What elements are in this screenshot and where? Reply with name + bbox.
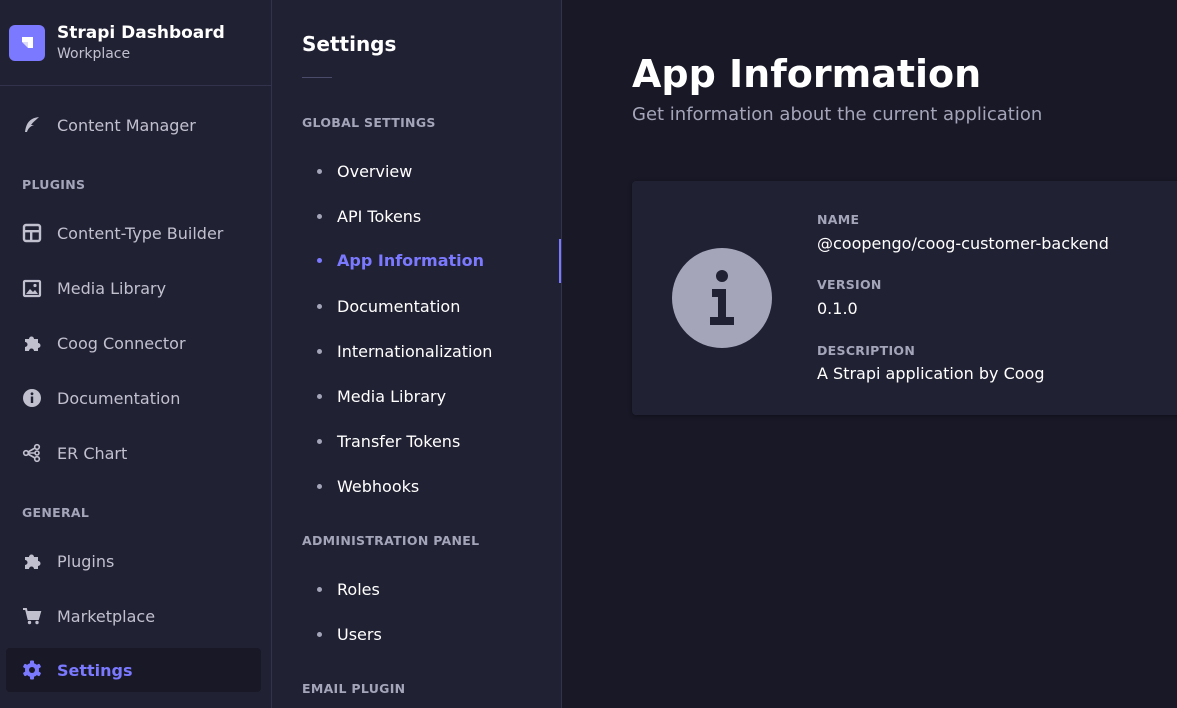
sub-item-label: Internationalization — [337, 341, 493, 361]
share-nodes-icon — [21, 442, 43, 464]
main-content: App Information Get information about th… — [562, 0, 1177, 708]
bullet-icon — [317, 631, 322, 637]
sub-item-label: Users — [337, 624, 382, 644]
description-label: DESCRIPTION — [817, 343, 916, 358]
section-global-settings: GLOBAL SETTINGS — [302, 115, 436, 130]
page-subtitle: Get information about the current applic… — [632, 104, 1043, 125]
sub-item-label: API Tokens — [337, 206, 422, 226]
gear-icon — [21, 659, 43, 681]
bullet-icon — [317, 483, 322, 489]
sub-item-label: Transfer Tokens — [337, 431, 461, 451]
bullet-icon — [317, 348, 322, 354]
image-icon — [21, 277, 43, 299]
app-info-card: NAME @coopengo/coog-customer-backend VER… — [632, 181, 1177, 415]
puzzle-icon — [21, 332, 43, 354]
nav-item-label: Media Library — [57, 278, 167, 298]
sub-item-internationalization[interactable]: Internationalization — [272, 331, 531, 371]
nav-item-label: Content Manager — [57, 115, 196, 135]
bullet-icon — [317, 257, 322, 263]
section-administration-panel: ADMINISTRATION PANEL — [302, 533, 480, 548]
nav-item-label: ER Chart — [57, 443, 128, 463]
nav-item-documentation[interactable]: Documentation — [6, 376, 261, 420]
brand: Strapi Dashboard Workplace — [0, 0, 271, 86]
sub-item-label: Media Library — [337, 386, 447, 406]
settings-title: Settings — [302, 32, 397, 56]
nav-item-coog-connector[interactable]: Coog Connector — [6, 321, 261, 365]
nav-item-label: Coog Connector — [57, 333, 186, 353]
sub-item-transfer-tokens[interactable]: Transfer Tokens — [272, 421, 531, 461]
nav-item-media-library[interactable]: Media Library — [6, 266, 261, 310]
nav-section-plugins: PLUGINS — [22, 177, 86, 192]
bullet-icon — [317, 213, 322, 219]
info-icon — [672, 248, 772, 348]
nav-item-content-manager[interactable]: Content Manager — [6, 103, 261, 147]
sub-item-label: Documentation — [337, 296, 461, 316]
bullet-icon — [317, 438, 322, 444]
sub-item-overview[interactable]: Overview — [272, 151, 531, 191]
info-icon — [21, 387, 43, 409]
sub-item-app-information[interactable]: App Information — [272, 239, 561, 283]
nav-item-label: Documentation — [57, 388, 181, 408]
strapi-logo-icon — [9, 24, 45, 61]
divider — [302, 77, 332, 78]
sub-item-api-tokens[interactable]: API Tokens — [272, 196, 531, 236]
version-label: VERSION — [817, 277, 882, 292]
sub-item-label: App Information — [337, 250, 485, 270]
nav-section-general: GENERAL — [22, 505, 90, 520]
section-email-plugin: EMAIL PLUGIN — [302, 681, 406, 696]
brand-subtitle: Workplace — [57, 45, 131, 62]
feather-icon — [21, 114, 43, 136]
nav-item-settings[interactable]: Settings — [6, 648, 261, 692]
nav-item-marketplace[interactable]: Marketplace — [6, 594, 261, 638]
name-label: NAME — [817, 212, 860, 227]
sub-item-label: Webhooks — [337, 476, 420, 496]
brand-title: Strapi Dashboard — [57, 22, 225, 43]
nav-item-label: Plugins — [57, 551, 115, 571]
sub-item-label: Roles — [337, 579, 380, 599]
bullet-icon — [317, 168, 322, 174]
sub-item-documentation[interactable]: Documentation — [272, 286, 531, 326]
nav-item-label: Marketplace — [57, 606, 156, 626]
nav-item-label: Content-Type Builder — [57, 223, 224, 243]
bullet-icon — [317, 393, 322, 399]
layout-icon — [21, 222, 43, 244]
shopping-cart-icon — [21, 605, 43, 627]
nav-item-er-chart[interactable]: ER Chart — [6, 431, 261, 475]
nav-item-label: Settings — [57, 660, 133, 680]
sub-item-label: Overview — [337, 161, 413, 181]
description-value: A Strapi application by Coog — [817, 364, 1045, 383]
sub-item-webhooks[interactable]: Webhooks — [272, 466, 531, 506]
main-nav: Strapi Dashboard Workplace Content Manag… — [0, 0, 272, 708]
nav-item-plugins[interactable]: Plugins — [6, 539, 261, 583]
puzzle-icon — [21, 550, 43, 572]
bullet-icon — [317, 303, 322, 309]
nav-item-content-type-builder[interactable]: Content-Type Builder — [6, 211, 261, 255]
page-title: App Information — [632, 52, 982, 96]
settings-sub-nav: Settings GLOBAL SETTINGS Overview API To… — [272, 0, 562, 708]
sub-item-roles[interactable]: Roles — [272, 569, 531, 609]
name-value: @coopengo/coog-customer-backend — [817, 234, 1109, 253]
bullet-icon — [317, 586, 322, 592]
version-value: 0.1.0 — [817, 299, 858, 318]
sub-item-media-library[interactable]: Media Library — [272, 376, 531, 416]
sub-item-users[interactable]: Users — [272, 614, 531, 654]
